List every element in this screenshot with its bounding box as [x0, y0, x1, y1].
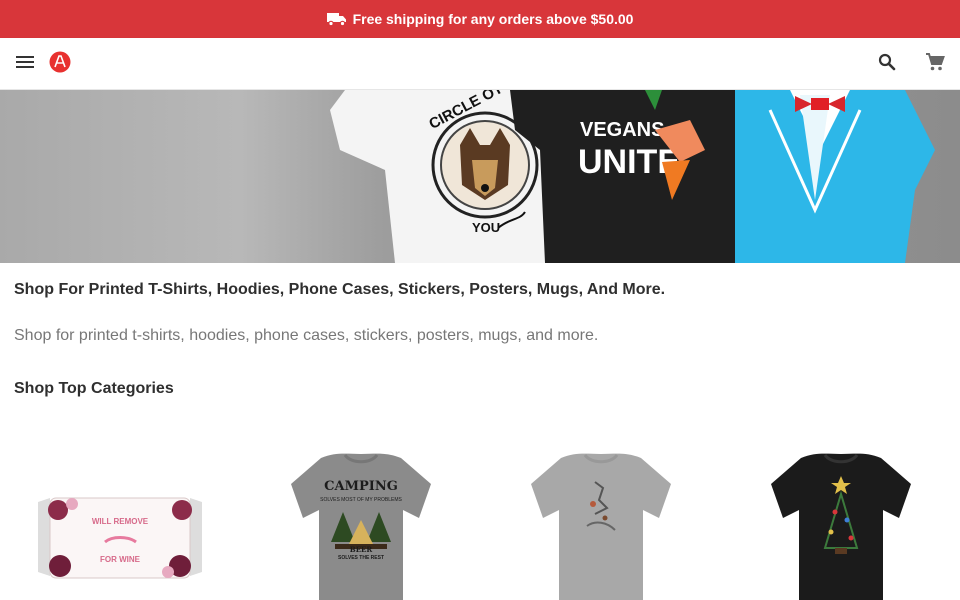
camping-text-line2: SOLVES MOST OF MY PROBLEMS: [320, 497, 402, 503]
page-headline: Shop For Printed T-Shirts, Hoodies, Phon…: [14, 281, 666, 298]
product-card-grey-shirt[interactable]: [491, 440, 711, 600]
hero-shirt1-text-bottom: YOU: [472, 220, 500, 235]
brand-logo[interactable]: [48, 38, 72, 90]
mask-text-line1: WILL REMOVE: [92, 517, 149, 526]
promo-text: Free shipping for any orders above $50.0…: [352, 11, 634, 27]
search-button[interactable]: [874, 38, 900, 90]
hero-shirt-blue: [735, 90, 935, 263]
search-icon: [878, 53, 896, 76]
site-header: [0, 38, 960, 90]
camping-text-line3: BEER: [350, 545, 373, 554]
product-card-black-shirt[interactable]: [731, 440, 951, 600]
promo-bar: Free shipping for any orders above $50.0…: [0, 0, 960, 38]
hero-shirt-white: CIRCLE OT TRU YOU: [330, 90, 545, 263]
section-title-top-categories: Shop Top Categories: [14, 380, 174, 397]
camping-text-line4: SOLVES THE REST: [338, 555, 384, 561]
cart-button[interactable]: [922, 38, 948, 90]
mask-text-line2: FOR WINE: [100, 555, 141, 564]
brand-logo-icon: [49, 51, 71, 78]
truck-icon: [326, 12, 347, 26]
hero-shirt2-line1: VEGANS: [580, 119, 664, 141]
menu-button[interactable]: [10, 38, 40, 90]
hero-shirt-black: VEGANS UNITE: [510, 90, 740, 263]
page-description: Shop for printed t-shirts, hoodies, phon…: [14, 327, 599, 344]
cart-icon: [925, 52, 945, 77]
product-card-camping-shirt[interactable]: CAMPING SOLVES MOST OF MY PROBLEMS BEER …: [251, 440, 471, 600]
camping-text-line1: CAMPING: [324, 479, 398, 494]
product-card-face-mask[interactable]: WILL REMOVE FOR WINE: [10, 440, 230, 600]
hero-banner[interactable]: CIRCLE OT TRU YOU VEGANS UNITE: [0, 90, 960, 263]
menu-icon: [16, 55, 34, 74]
